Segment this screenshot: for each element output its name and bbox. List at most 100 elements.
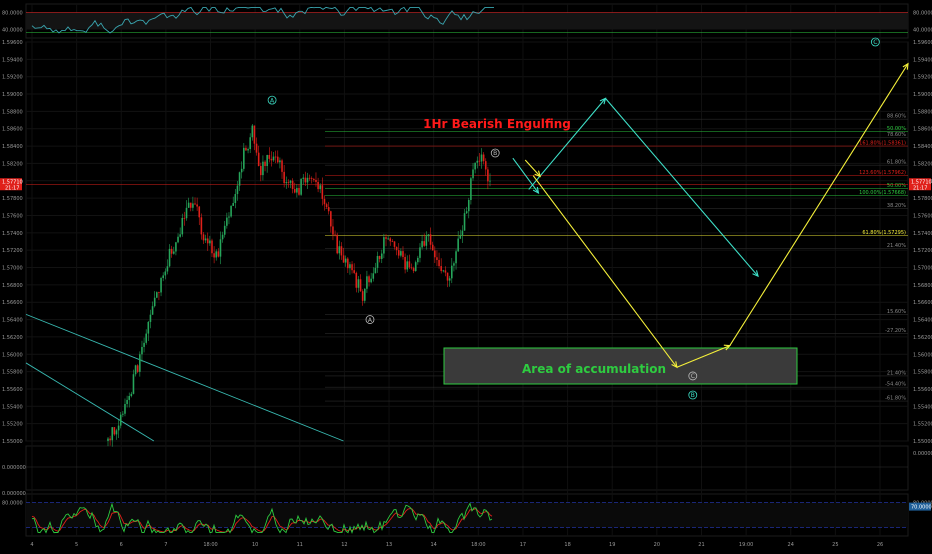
candle-body [198,206,201,218]
price-tick-label-left: 1.56400 [2,318,23,324]
price-tick-label-left: 1.57800 [2,196,23,202]
price-tick-label: 1.59000 [913,92,932,98]
candle-body [192,203,194,208]
candle-body [344,258,347,263]
candle-body [130,393,133,397]
candle-body [444,270,447,273]
candle-body [453,263,455,266]
candle-body [478,160,481,162]
time-tick-label: 10 [252,542,258,548]
price-tick-label-left: 1.57000 [2,266,23,272]
price-tick-label-left: 1.59400 [2,57,23,63]
price-tick-label-left: 1.56600 [2,300,23,306]
candle-body [304,177,307,183]
candle-body [380,253,383,259]
fib-level-label: 88.60% [887,114,906,120]
time-tick-label: 20 [654,542,660,548]
candle-body [410,267,413,269]
candle-body [385,237,387,239]
current-price-time-right: 21:17 [913,185,927,191]
candle-body [465,211,468,214]
fib-level-label: -61.80% [885,396,906,402]
candle-body [363,288,366,301]
candle-body [234,194,237,204]
wave-labels: AABCBC [267,37,880,400]
candle-body [419,247,421,258]
cyan-projection-segment [605,98,759,277]
candle-body [253,125,256,144]
candle-body [189,202,192,208]
candle-body [206,238,209,244]
time-tick-label: 21 [698,542,704,548]
candle-body [217,251,220,257]
candle-body [147,321,150,334]
candle-body [393,241,396,247]
candle-body [298,187,300,195]
candle-body [370,278,372,283]
candle-body [431,244,434,251]
candle-body [181,217,184,235]
time-tick-label: 19 [609,542,615,548]
price-tick-label: 1.57800 [913,196,932,202]
price-tick-label: 1.59600 [913,40,932,46]
candle-body [279,160,281,163]
candle-body [287,182,290,183]
candle-body [355,272,358,288]
rsi-tick-label: 80.0000 [913,11,932,17]
candle-body [145,333,147,343]
candle-body [296,187,298,193]
yellow-projection-arrowhead [902,62,909,70]
candle-body [213,253,215,258]
candle-body [391,241,394,243]
candle-body [330,211,332,227]
price-tick-label: 1.58800 [913,109,932,115]
fib-level-label: 38.20% [887,203,906,209]
candle-body [302,177,305,179]
candle-body [215,251,218,258]
candle-body [489,180,491,182]
candle-body [414,262,417,272]
candle-body [202,234,205,241]
candle-body [317,181,319,190]
candle-body [143,342,145,347]
chart-stage: 88.60% 50.00% 78.60% 161.80%(1.58361) 61.80%… [0,0,932,550]
candle-body [172,251,175,254]
candle-body [300,178,302,195]
time-tick-label: 18:00 [471,542,485,548]
candle-body [264,161,266,167]
time-tick-label: 17 [520,542,526,548]
candle-body [349,264,351,269]
price-tick-label: 1.58600 [913,127,932,133]
candle-body [166,266,169,272]
candle-body [160,278,162,293]
candle-body [158,292,160,293]
candle-body [400,251,402,256]
candle-body [268,155,271,159]
candle-body [406,261,409,270]
candle-body [383,237,385,254]
candle-body [281,160,283,172]
price-tick-label-left: 1.55000 [2,439,23,445]
wave-label: C [873,39,877,46]
candle-body [366,276,368,289]
candle-body [425,236,428,246]
candle-body [270,158,273,161]
candle-body [357,279,360,288]
candle-body [285,182,288,184]
stochastic-pane [26,501,908,535]
time-tick-label: 25 [832,542,838,548]
price-tick-label-left: 1.55600 [2,387,23,393]
candle-body [115,430,118,435]
stoch-tick-label-left: 80.0000 [2,500,23,506]
fib-level-label: 123.60%(1.57962) [859,170,906,176]
candle-body [308,177,311,179]
candle-body [162,275,164,279]
fib-level-label: 21.40% [887,370,906,376]
candle-body [251,125,254,138]
candle-body [353,270,355,273]
wave-label: C [691,373,695,380]
candle-body [238,172,241,186]
candle-body [221,234,224,240]
candle-body [153,297,156,307]
candle-body [342,255,345,263]
